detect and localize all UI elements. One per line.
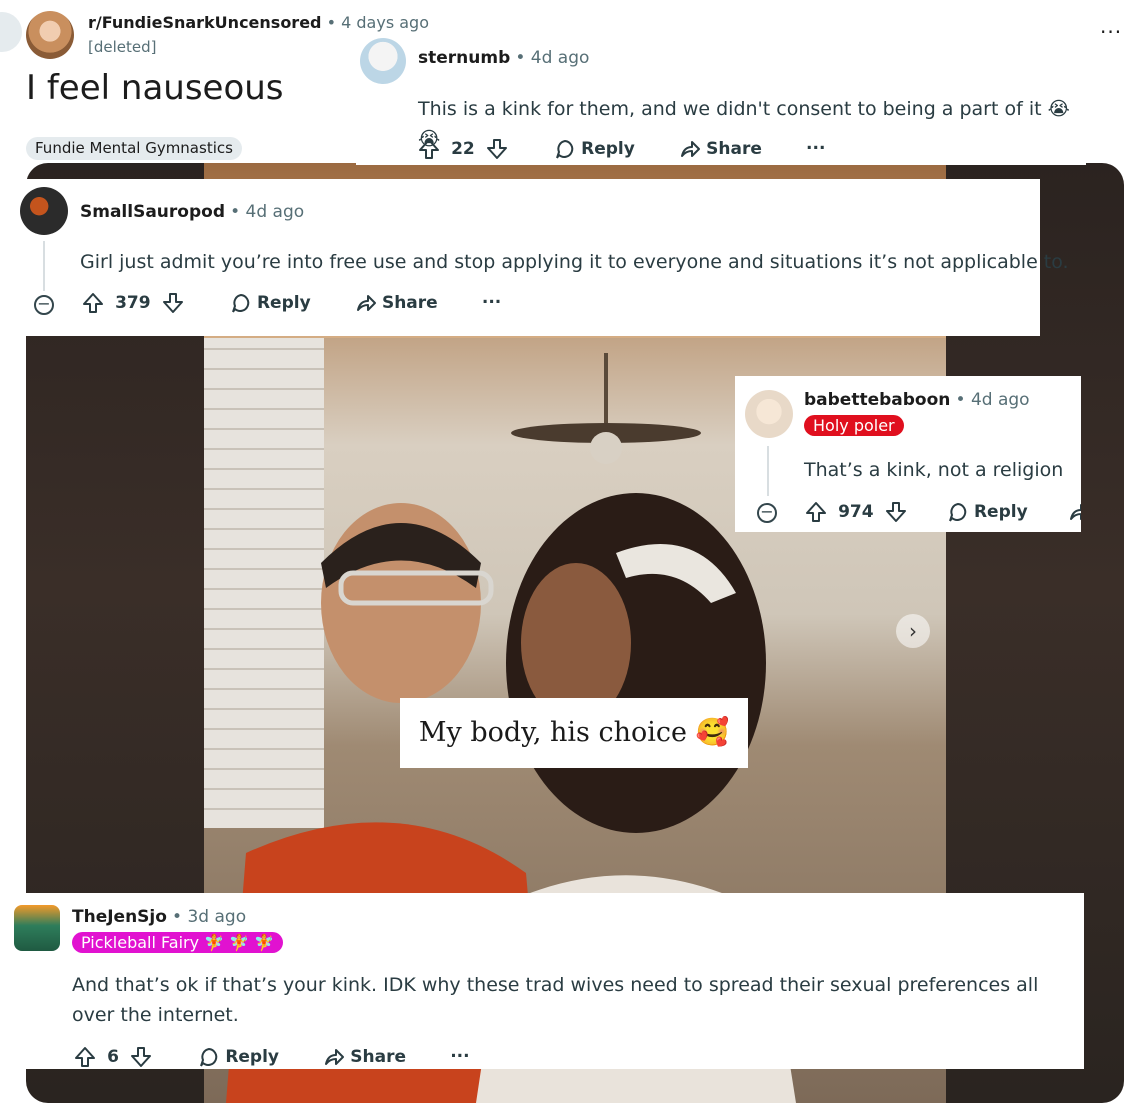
- comment-actions: 22 Reply Share ···: [418, 138, 825, 160]
- downvote-icon[interactable]: [130, 1046, 152, 1068]
- comment-age: 4d ago: [970, 390, 1030, 410]
- next-image-button[interactable]: ›: [896, 614, 930, 648]
- comment-more-button[interactable]: ···: [482, 293, 501, 313]
- reply-button[interactable]: Reply: [198, 1047, 284, 1067]
- reply-button[interactable]: Reply: [230, 293, 316, 313]
- image-caption-box: My body, his choice 🥰: [400, 698, 748, 768]
- collapse-thread-button[interactable]: −: [757, 503, 777, 523]
- upvote-icon[interactable]: [74, 1046, 96, 1068]
- comment-age: 4d ago: [530, 48, 590, 68]
- subreddit-avatar[interactable]: [26, 11, 74, 59]
- chevron-right-icon: ›: [909, 619, 917, 643]
- comment-more-button[interactable]: ···: [806, 139, 825, 159]
- upvote-icon[interactable]: [418, 138, 440, 160]
- share-arrow-icon[interactable]: [1068, 501, 1081, 523]
- back-button[interactable]: [0, 12, 22, 52]
- upvote-icon[interactable]: [82, 292, 104, 314]
- vote-count: 379: [115, 292, 151, 313]
- share-button[interactable]: Share: [323, 1047, 411, 1067]
- share-button[interactable]: Share: [355, 293, 443, 313]
- avatar[interactable]: [20, 187, 68, 235]
- comment-age: 3d ago: [187, 907, 247, 927]
- post-meta: r/FundieSnarkUncensored • 4 days ago: [88, 13, 429, 32]
- user-flair: Holy poler: [804, 415, 904, 436]
- downvote-icon[interactable]: [885, 501, 907, 523]
- comment-bubble-icon: [948, 502, 967, 522]
- avatar[interactable]: [745, 390, 793, 438]
- post-more-button[interactable]: ···: [1100, 20, 1122, 44]
- comment-more-button[interactable]: ···: [450, 1047, 469, 1067]
- comment-card-smallsauropod: SmallSauropod • 4d ago Girl just admit y…: [0, 179, 1069, 336]
- comment-actions: 6 Reply Share ···: [74, 1046, 470, 1068]
- share-button[interactable]: Share: [679, 139, 767, 159]
- thread-line: [767, 446, 769, 496]
- reply-button[interactable]: Reply: [947, 502, 1033, 522]
- post-title: I feel nauseous: [26, 68, 284, 108]
- comment-bubble-icon: [231, 293, 250, 313]
- comment-card-babettebaboon: babettebaboon • 4d ago Holy poler That’s…: [735, 376, 1081, 532]
- share-arrow-icon: [681, 141, 701, 157]
- image-caption: My body, his choice 🥰: [418, 717, 730, 748]
- comment-text: That’s a kink, not a religion: [804, 459, 1064, 481]
- downvote-icon[interactable]: [162, 292, 184, 314]
- downvote-icon[interactable]: [486, 138, 508, 160]
- comment-text: And that’s ok if that’s your kink. IDK w…: [72, 974, 1039, 1026]
- share-arrow-icon: [325, 1049, 345, 1065]
- share-arrow-icon: [356, 295, 376, 311]
- thread-line: [43, 241, 45, 291]
- subreddit-link[interactable]: r/FundieSnarkUncensored: [88, 13, 322, 32]
- comment-age: 4d ago: [245, 202, 305, 222]
- collapse-thread-button[interactable]: −: [34, 295, 54, 315]
- comment-bubble-icon: [200, 1047, 218, 1067]
- comment-text: Girl just admit you’re into free use and…: [80, 251, 1069, 273]
- comment-actions: 379 Reply Share ···: [82, 292, 501, 314]
- comment-actions: 974 Reply: [805, 501, 1081, 523]
- comment-username[interactable]: SmallSauropod: [80, 202, 225, 222]
- comment-username[interactable]: babettebaboon: [804, 390, 950, 410]
- vote-count: 22: [451, 138, 475, 159]
- comment-card-sternumb: sternumb • 4d ago This is a kink for the…: [356, 34, 1086, 165]
- post-flair[interactable]: Fundie Mental Gymnastics: [26, 137, 242, 160]
- vote-count: 974: [838, 501, 874, 522]
- upvote-icon[interactable]: [805, 501, 827, 523]
- user-flair: Pickleball Fairy 🧚 🧚 🧚: [72, 932, 284, 953]
- comment-bubble-icon: [556, 139, 574, 159]
- reply-button[interactable]: Reply: [554, 139, 640, 159]
- post-author: [deleted]: [88, 38, 157, 56]
- vote-count: 6: [107, 1046, 119, 1067]
- avatar[interactable]: [360, 38, 406, 84]
- comment-card-thejensjo: TheJenSjo • 3d ago Pickleball Fairy 🧚 🧚 …: [0, 893, 1084, 1069]
- ceiling-fan-graphic: [511, 353, 701, 464]
- comment-username[interactable]: sternumb: [418, 48, 510, 68]
- post-age: 4 days ago: [341, 13, 429, 32]
- comment-username[interactable]: TheJenSjo: [72, 907, 167, 927]
- avatar[interactable]: [14, 905, 60, 951]
